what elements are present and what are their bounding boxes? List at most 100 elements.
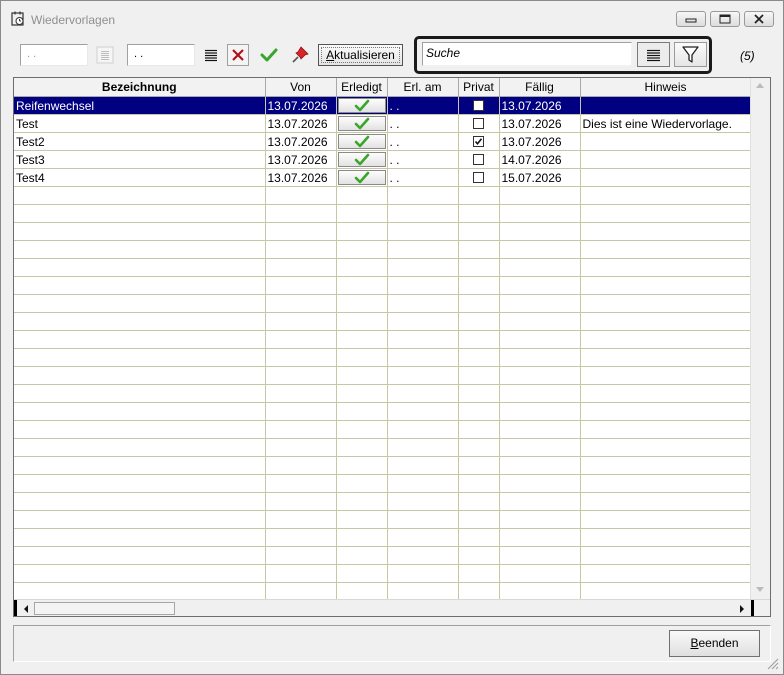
- scroll-right-icon: [740, 605, 744, 613]
- cell-privat: [458, 546, 500, 565]
- cell-privat[interactable]: [458, 168, 500, 187]
- red-x-icon: [232, 49, 244, 61]
- cell-von: 13.07.2026: [265, 168, 337, 187]
- resize-grip-icon[interactable]: [765, 656, 779, 670]
- cell-privat[interactable]: [458, 114, 500, 133]
- done-toggle-button[interactable]: [337, 98, 386, 113]
- list-icon: [96, 46, 114, 64]
- grid-body: Reifenwechsel 13.07.2026. . 13.07.2026 Test…: [14, 96, 752, 601]
- private-checkbox[interactable]: [473, 154, 484, 165]
- maximize-icon: [719, 14, 731, 24]
- done-toggle-button[interactable]: [337, 134, 386, 149]
- empty-row: [14, 492, 752, 511]
- close-window-button[interactable]: [744, 11, 774, 27]
- empty-row: [14, 186, 752, 205]
- cell-bezeichnung: [14, 546, 266, 565]
- cell-bezeichnung: [14, 492, 266, 511]
- cell-von: [265, 528, 337, 547]
- table-row[interactable]: Test2 13.07.2026. . 13.07.2026: [14, 132, 752, 151]
- col-header-hinweis[interactable]: Hinweis: [580, 78, 752, 97]
- col-header-erl-am[interactable]: Erl. am: [387, 78, 459, 97]
- cell-erledigt: [336, 474, 388, 493]
- date-from-picker-button[interactable]: [94, 44, 116, 66]
- table-row[interactable]: Reifenwechsel 13.07.2026. . 13.07.2026: [14, 96, 752, 115]
- minimize-button[interactable]: [676, 11, 706, 27]
- cell-erl-am: [387, 186, 459, 205]
- private-checkbox[interactable]: [473, 100, 484, 111]
- col-header-bezeichnung[interactable]: Bezeichnung: [14, 78, 266, 97]
- cell-erl-am: [387, 492, 459, 511]
- cell-privat: [458, 204, 500, 223]
- cell-hinweis: Dies ist eine Wiedervorlage.: [580, 114, 752, 133]
- cell-erledigt: [336, 258, 388, 277]
- cell-erledigt[interactable]: [336, 96, 388, 115]
- cell-privat: [458, 528, 500, 547]
- col-header-privat[interactable]: Privat: [458, 78, 500, 97]
- cell-erl-am: [387, 204, 459, 223]
- table-row[interactable]: Test3 13.07.2026 . . 14.07.2026: [14, 150, 752, 169]
- header-row: Bezeichnung Von Erledigt Erl. am Privat …: [14, 78, 752, 97]
- close-button[interactable]: Beenden: [669, 630, 760, 657]
- private-checkbox[interactable]: [473, 118, 484, 129]
- done-toggle-button[interactable]: [337, 116, 386, 131]
- cell-erledigt[interactable]: [336, 168, 388, 187]
- done-toggle-button[interactable]: [337, 152, 386, 167]
- cell-erledigt: [336, 366, 388, 385]
- cell-von: [265, 546, 337, 565]
- cell-erl-am: [387, 546, 459, 565]
- cell-privat[interactable]: [458, 132, 500, 151]
- pin-button[interactable]: [289, 44, 311, 66]
- cell-hinweis: [580, 96, 752, 115]
- cell-erledigt: [336, 294, 388, 313]
- cell-privat[interactable]: [458, 150, 500, 169]
- scroll-left-icon: [24, 605, 28, 613]
- date-to-picker-button[interactable]: [200, 44, 222, 66]
- cell-privat[interactable]: [458, 96, 500, 115]
- cell-erl-am: [387, 294, 459, 313]
- green-check-icon: [354, 117, 369, 130]
- empty-row: [14, 564, 752, 583]
- maximize-button[interactable]: [710, 11, 740, 27]
- cell-privat: [458, 456, 500, 475]
- private-checkbox[interactable]: [473, 136, 484, 147]
- scroll-down-icon: [756, 587, 764, 592]
- cell-erledigt[interactable]: [336, 114, 388, 133]
- horizontal-scrollbar[interactable]: [14, 599, 770, 616]
- clear-date-button[interactable]: [227, 44, 249, 66]
- col-header-erledigt[interactable]: Erledigt: [336, 78, 388, 97]
- scroll-right-edge: [751, 600, 754, 616]
- refresh-button[interactable]: Aktualisieren: [318, 44, 403, 66]
- empty-row: [14, 348, 752, 367]
- col-header-faellig[interactable]: Fällig: [499, 78, 581, 97]
- cell-von: [265, 240, 337, 259]
- date-from-field[interactable]: . .: [20, 44, 88, 66]
- cell-bezeichnung: [14, 528, 266, 547]
- cell-erledigt[interactable]: [336, 132, 388, 151]
- table-row[interactable]: Test4 13.07.2026 . . 15.07.2026: [14, 168, 752, 187]
- funnel-icon: [682, 46, 699, 63]
- cell-hinweis: [580, 132, 752, 151]
- cell-erl-am: [387, 312, 459, 331]
- cell-faellig: [499, 528, 581, 547]
- cell-bezeichnung: [14, 402, 266, 421]
- vertical-scrollbar[interactable]: [750, 78, 770, 599]
- cell-von: [265, 456, 337, 475]
- cell-hinweis: [580, 582, 752, 601]
- cell-faellig: [499, 222, 581, 241]
- private-checkbox[interactable]: [473, 172, 484, 183]
- cell-von: [265, 222, 337, 241]
- search-input[interactable]: Suche: [422, 42, 632, 66]
- cell-erledigt[interactable]: [336, 150, 388, 169]
- cell-privat: [458, 330, 500, 349]
- date-to-field[interactable]: . .: [127, 44, 195, 66]
- done-toggle-button[interactable]: [337, 170, 386, 185]
- confirm-button[interactable]: [258, 44, 280, 66]
- horizontal-scroll-thumb[interactable]: [34, 602, 175, 615]
- filter-button[interactable]: [674, 42, 707, 67]
- col-header-von[interactable]: Von: [265, 78, 337, 97]
- table-row[interactable]: Test 13.07.2026. . 13.07.2026 Dies ist eine…: [14, 114, 752, 133]
- empty-row: [14, 384, 752, 403]
- cell-hinweis: [580, 420, 752, 439]
- cell-bezeichnung: Test2: [14, 132, 266, 151]
- search-mode-button[interactable]: [637, 42, 670, 67]
